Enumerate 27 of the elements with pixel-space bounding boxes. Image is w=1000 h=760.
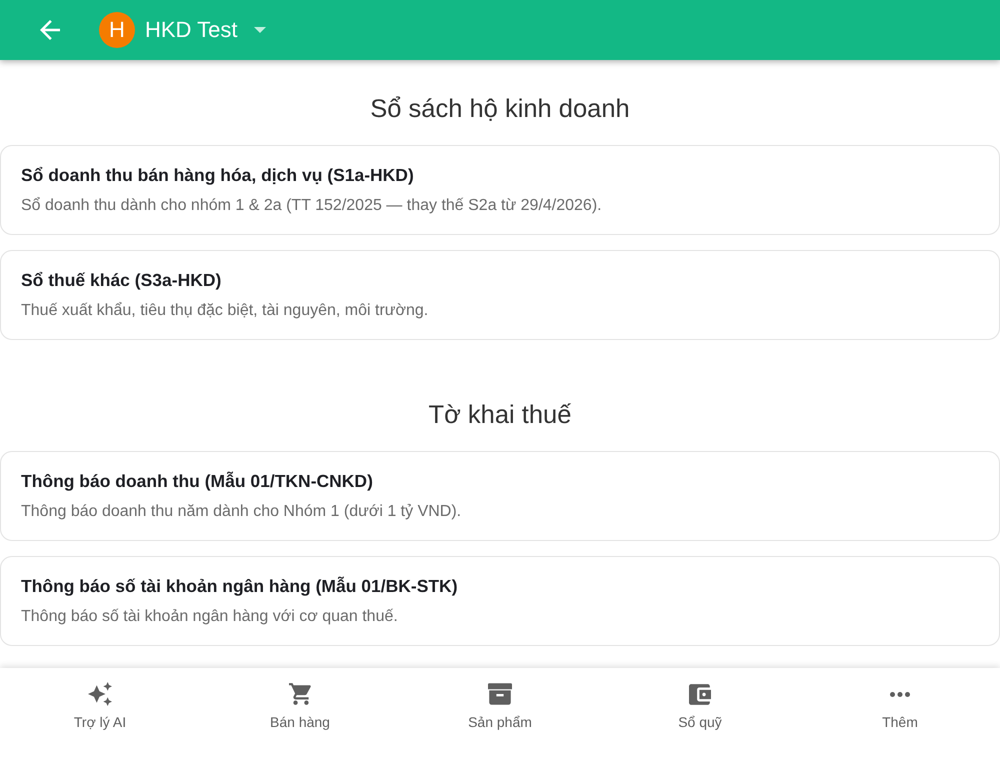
card-description: Thông báo số tài khoản ngân hàng với cơ quan thuế. xyxy=(21,607,399,627)
card-description: Thuế xuất khẩu, tiêu thụ đặc biệt, tài nguyên, môi trường. xyxy=(21,301,430,321)
card-title: Sổ doanh thu bán hàng hóa, dịch vụ (S1a-HKD) xyxy=(21,164,415,187)
card-description: Thông báo doanh thu năm dành cho Nhóm 1 (dưới 1 tỷ VND). xyxy=(21,502,462,522)
card-description: Sổ doanh thu dành cho nhóm 1 & 2a (TT 152/2025 — thay thế S2a từ 29/4/2026). xyxy=(21,196,603,216)
card-title: Thông báo số tài khoản ngân hàng (Mẫu 01/BK-STK) xyxy=(21,575,459,598)
section-title: Sổ sách hộ kinh doanh xyxy=(369,94,631,124)
nav-tab[interactable]: Thêm xyxy=(870,668,930,760)
archive-box-icon xyxy=(488,683,512,705)
card-title: Thông báo doanh thu (Mẫu 01/TKN-CNKD) xyxy=(21,470,374,493)
form-card[interactable]: Thông báo số tài khoản ngân hàng (Mẫu 01/BK-STK) Thông báo số tài khoản ngân hàng với cơ quan thuế. xyxy=(0,556,1000,646)
more-icon xyxy=(890,692,910,696)
wallet-icon xyxy=(689,684,711,704)
nav-tab[interactable]: Sổ quỹ xyxy=(666,668,734,760)
card-title: Sổ thuế khác (S3a-HKD) xyxy=(21,269,222,292)
form-card[interactable]: Thông báo doanh thu (Mẫu 01/TKN-CNKD) Thông báo doanh thu năm dành cho Nhóm 1 (dưới 1 tỷ VND). xyxy=(0,451,1000,541)
section-title: Tờ khai thuế xyxy=(428,400,572,430)
letter-avatar: H xyxy=(99,12,135,48)
nav-tab[interactable]: Trợ lý AI xyxy=(62,668,138,760)
nav-tab[interactable]: Sản phẩm xyxy=(456,668,544,760)
nav-tab[interactable]: Bán hàng xyxy=(258,668,342,760)
caret-icon xyxy=(254,27,266,33)
back-arrow-icon xyxy=(40,20,60,40)
sparkles-icon xyxy=(88,682,112,706)
cart-icon xyxy=(288,683,311,705)
form-card[interactable]: Sổ doanh thu bán hàng hóa, dịch vụ (S1a-HKD) Sổ doanh thu dành cho nhóm 1 & 2a (TT 152/2025 — thay thế S2a từ 29/4/2026). xyxy=(0,145,1000,235)
form-card[interactable]: Sổ thuế khác (S3a-HKD) Thuế xuất khẩu, tiêu thụ đặc biệt, tài nguyên, môi trường. xyxy=(0,250,1000,340)
